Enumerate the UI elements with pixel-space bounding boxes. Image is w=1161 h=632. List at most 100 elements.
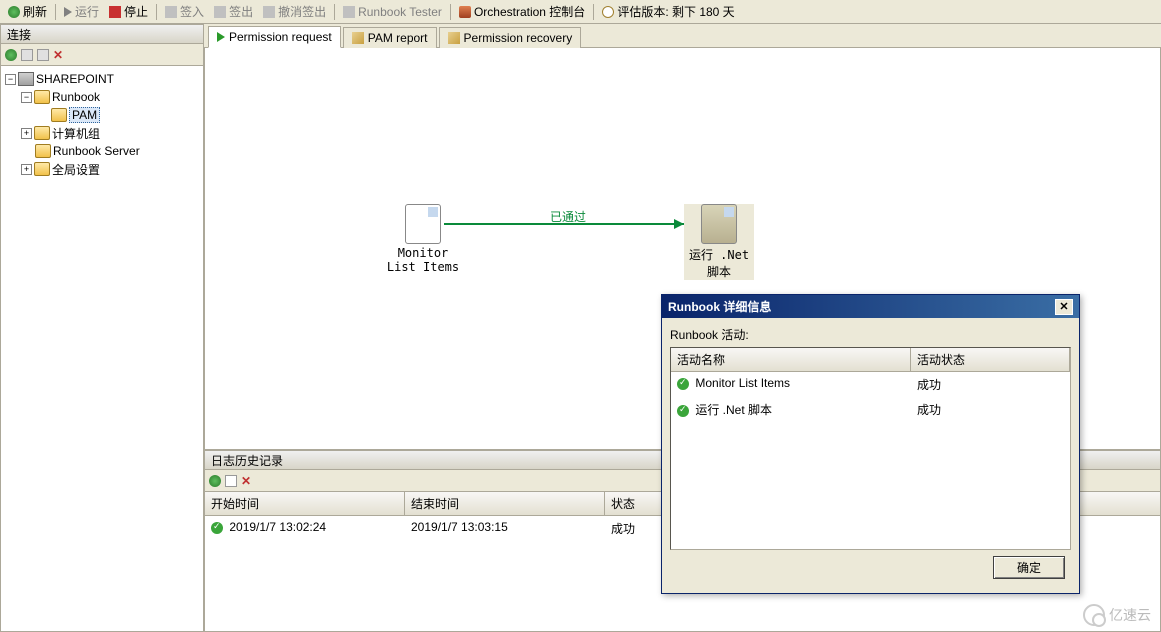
doc-icon[interactable]: [225, 475, 237, 487]
runbook-tester-button[interactable]: Runbook Tester: [339, 2, 446, 22]
tree-root[interactable]: SHAREPOINT: [36, 72, 114, 86]
col-end-time[interactable]: 结束时间: [405, 492, 605, 515]
dialog-title-text: Runbook 详细信息: [668, 298, 771, 315]
undo-icon: [263, 6, 275, 18]
activity-monitor-list-items[interactable]: Monitor List Items: [383, 204, 463, 274]
stop-icon: [109, 6, 121, 18]
orchestration-console-button[interactable]: Orchestration 控制台: [455, 2, 589, 22]
tab-permission-recovery[interactable]: Permission recovery: [439, 27, 582, 48]
row-start: 2019/1/7 13:02:24: [229, 520, 326, 534]
connections-mini-toolbar: ✕: [0, 44, 204, 66]
activity-label-1: 运行 .Net: [684, 246, 754, 263]
tree-global-settings[interactable]: 全局设置: [52, 161, 100, 178]
delete-icon[interactable]: ✕: [241, 474, 251, 488]
link-label[interactable]: 已通过: [550, 208, 586, 225]
eval-text: 评估版本: 剩下 180 天: [617, 3, 734, 20]
stop-button[interactable]: 停止: [105, 2, 152, 22]
console-label: Orchestration 控制台: [474, 3, 585, 20]
tab-pam-report[interactable]: PAM report: [343, 27, 437, 48]
connections-pane: 连接 ✕ − SHAREPOINT − Runbook PAM +: [0, 24, 204, 632]
separator: [334, 4, 335, 20]
tab-permission-request[interactable]: Permission request: [208, 26, 341, 48]
tree-toggle[interactable]: −: [21, 92, 32, 103]
checkout-button[interactable]: 签出: [210, 2, 257, 22]
dialog-titlebar[interactable]: Runbook 详细信息 ✕: [662, 295, 1079, 318]
activity-label-1: Monitor: [383, 246, 463, 260]
eval-version-label: 评估版本: 剩下 180 天: [598, 2, 738, 22]
tree-toggle[interactable]: +: [21, 128, 32, 139]
edit-icon: [352, 32, 364, 44]
document-icon: [405, 204, 441, 244]
console-icon: [459, 6, 471, 18]
nav2-icon[interactable]: [37, 49, 49, 61]
activity-label-2: 脚本: [684, 263, 754, 280]
tree-pam-selected[interactable]: PAM: [69, 107, 100, 123]
delete-icon[interactable]: ✕: [53, 48, 63, 62]
success-icon: [211, 522, 223, 534]
separator: [156, 4, 157, 20]
refresh-button[interactable]: 刷新: [4, 2, 51, 22]
ok-button[interactable]: 确定: [993, 556, 1065, 579]
tab-label: Permission recovery: [464, 31, 573, 45]
checkin-icon: [165, 6, 177, 18]
tester-label: Runbook Tester: [358, 5, 442, 19]
connections-title: 连接: [0, 24, 204, 44]
runbook-details-dialog: Runbook 详细信息 ✕ Runbook 活动: 活动名称 活动状态 Mon…: [661, 294, 1080, 594]
row-status: 成功: [605, 518, 665, 539]
activity-row[interactable]: Monitor List Items 成功: [671, 372, 1070, 397]
edit-icon: [448, 32, 460, 44]
separator: [593, 4, 594, 20]
activity-name: Monitor List Items: [695, 376, 790, 390]
clock-icon: [602, 6, 614, 18]
tree-runbook-server[interactable]: Runbook Server: [53, 144, 140, 158]
tab-label: Permission request: [229, 30, 332, 44]
tree-toggle[interactable]: +: [21, 164, 32, 175]
play-icon: [217, 32, 225, 42]
activity-status: 成功: [911, 399, 947, 420]
close-icon[interactable]: ✕: [1055, 299, 1073, 315]
activity-row[interactable]: 运行 .Net 脚本 成功: [671, 397, 1070, 422]
folder-icon: [34, 90, 50, 104]
checkout-icon: [214, 6, 226, 18]
tree-computer-groups[interactable]: 计算机组: [52, 125, 100, 142]
connections-tree[interactable]: − SHAREPOINT − Runbook PAM + 计算机组 Runboo…: [0, 66, 204, 632]
tab-label: PAM report: [368, 31, 428, 45]
activity-status: 成功: [911, 374, 947, 395]
tree-runbook[interactable]: Runbook: [52, 90, 100, 104]
col-activity-name[interactable]: 活动名称: [671, 348, 911, 371]
refresh-icon: [8, 6, 20, 18]
col-status[interactable]: 状态: [605, 492, 665, 515]
folder-icon: [51, 108, 67, 122]
separator: [55, 4, 56, 20]
folder-icon: [35, 144, 51, 158]
dialog-section-label: Runbook 活动:: [670, 326, 1071, 343]
checkout-label: 签出: [229, 3, 253, 20]
watermark: 亿速云: [1083, 604, 1151, 626]
checkin-button[interactable]: 签入: [161, 2, 208, 22]
activity-name: 运行 .Net 脚本: [695, 403, 772, 417]
refresh-icon[interactable]: [5, 49, 17, 61]
activity-label-2: List Items: [383, 260, 463, 274]
tester-icon: [343, 6, 355, 18]
col-start-time[interactable]: 开始时间: [205, 492, 405, 515]
activities-grid[interactable]: 活动名称 活动状态 Monitor List Items 成功 运行 .Net …: [670, 347, 1071, 550]
refresh-icon[interactable]: [209, 475, 221, 487]
play-icon: [64, 7, 72, 17]
main-toolbar: 刷新 运行 停止 签入 签出 撤消签出 Runbook Tester Orche…: [0, 0, 1161, 24]
activity-run-dotnet-script[interactable]: 运行 .Net 脚本: [684, 204, 754, 280]
refresh-label: 刷新: [23, 3, 47, 20]
runbook-tabs: Permission request PAM report Permission…: [204, 24, 1161, 48]
run-label: 运行: [75, 3, 99, 20]
success-icon: [677, 405, 689, 417]
run-button[interactable]: 运行: [60, 2, 103, 22]
script-icon: [701, 204, 737, 244]
undo-checkout-button[interactable]: 撤消签出: [259, 2, 330, 22]
tree-toggle[interactable]: −: [5, 74, 16, 85]
col-activity-status[interactable]: 活动状态: [911, 348, 1070, 371]
separator: [450, 4, 451, 20]
success-icon: [677, 378, 689, 390]
server-icon: [18, 72, 34, 86]
watermark-text: 亿速云: [1109, 605, 1151, 625]
nav-icon[interactable]: [21, 49, 33, 61]
watermark-icon: [1083, 604, 1105, 626]
